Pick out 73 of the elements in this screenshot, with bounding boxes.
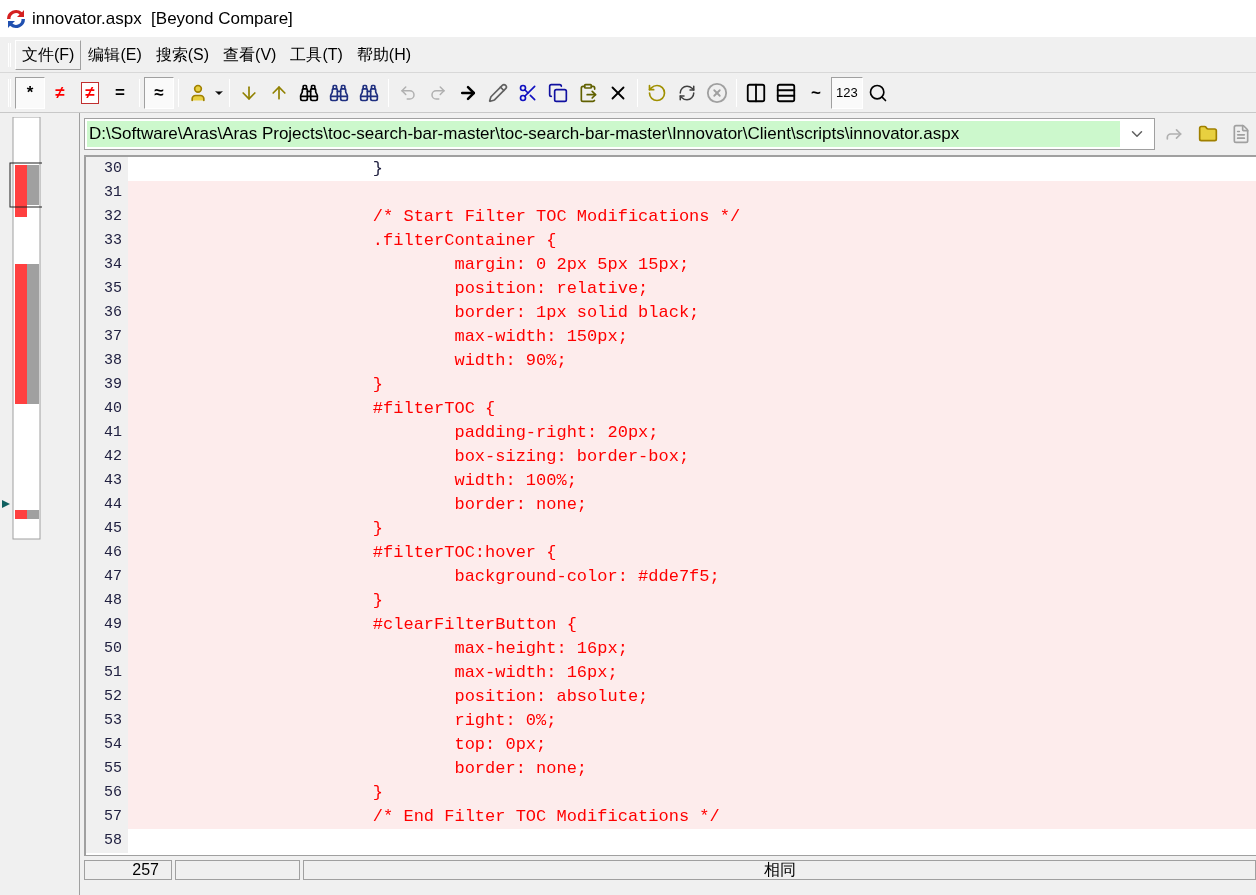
menu-item[interactable]: 查看(V) bbox=[216, 39, 284, 70]
toolbar-toggle-button[interactable]: ≠ bbox=[45, 76, 75, 109]
menu-item[interactable]: 工具(T) bbox=[283, 39, 350, 70]
code-text: max-width: 150px; bbox=[453, 326, 628, 349]
status-result: 相同 bbox=[303, 859, 1256, 880]
code-text: #filterTOC { bbox=[371, 398, 496, 421]
code-text: width: 100%; bbox=[453, 470, 577, 493]
line-number: 51 bbox=[86, 661, 128, 685]
status-line-count: 257 bbox=[84, 859, 172, 880]
line-number: 34 bbox=[86, 253, 128, 277]
menu-item[interactable]: 帮助(H) bbox=[349, 39, 419, 70]
code-text: border: 1px solid black; bbox=[453, 302, 700, 325]
code-text: position: absolute; bbox=[453, 686, 649, 709]
menu-item[interactable]: 文件(F) bbox=[15, 39, 82, 70]
line-number: 44 bbox=[86, 493, 128, 517]
line-number: 54 bbox=[86, 733, 128, 757]
code-text: } bbox=[371, 374, 384, 397]
code-text: position: relative; bbox=[453, 278, 649, 301]
code-text: margin: 0 2px 5px 15px; bbox=[453, 254, 690, 277]
toolbar-toggle-button[interactable]: ≈ bbox=[144, 76, 174, 109]
line-number: 38 bbox=[86, 349, 128, 373]
line-number: 55 bbox=[86, 757, 128, 781]
code-text: width: 90%; bbox=[453, 350, 567, 373]
line-number: 50 bbox=[86, 637, 128, 661]
toolbar-toggle-button[interactable]: ~ bbox=[801, 76, 831, 109]
code-text: /* Start Filter TOC Modifications */ bbox=[371, 206, 741, 229]
line-number: 49 bbox=[86, 613, 128, 637]
code-text: } bbox=[371, 518, 384, 541]
path-field[interactable]: D:\Software\Aras\Aras Projects\toc-search-bar-master\toc-search-bar-master\Innovator\Client\scripts\innovator.aspx bbox=[84, 118, 1156, 150]
line-number: 48 bbox=[86, 589, 128, 613]
code-text: border: none; bbox=[453, 758, 588, 781]
code-text: padding-right: 20px; bbox=[453, 422, 659, 445]
line-number: 42 bbox=[86, 445, 128, 469]
toolbar-toggle-button[interactable]: = bbox=[105, 76, 135, 109]
menu-item[interactable]: 搜索(S) bbox=[148, 39, 217, 70]
line-number: 40 bbox=[86, 397, 128, 421]
menu-item[interactable]: 编辑(E) bbox=[81, 39, 149, 70]
line-number: 43 bbox=[86, 469, 128, 493]
code-text: } bbox=[371, 782, 384, 805]
line-number: 47 bbox=[86, 565, 128, 589]
code-text: #filterTOC:hover { bbox=[371, 542, 557, 565]
line-number: 41 bbox=[86, 421, 128, 445]
line-number: 52 bbox=[86, 685, 128, 709]
window-title: innovator.aspx [Beyond Compare] bbox=[32, 7, 293, 30]
line-number: 36 bbox=[86, 301, 128, 325]
toolbar-toggle-button[interactable]: 123 bbox=[831, 76, 863, 109]
line-number: 57 bbox=[86, 805, 128, 829]
code-text: box-sizing: border-box; bbox=[453, 446, 690, 469]
line-number: 33 bbox=[86, 229, 128, 253]
line-number: 39 bbox=[86, 373, 128, 397]
code-text: /* End Filter TOC Modifications */ bbox=[371, 806, 720, 829]
code-text: } bbox=[371, 158, 384, 181]
code-text: border: none; bbox=[453, 494, 588, 517]
toolbar-toggle-button[interactable]: ≠ bbox=[75, 76, 105, 109]
line-number: 46 bbox=[86, 541, 128, 565]
code-text: max-height: 16px; bbox=[453, 638, 628, 661]
code-text: max-width: 16px; bbox=[453, 662, 618, 685]
code-text: } bbox=[371, 590, 384, 613]
line-number: 30 bbox=[86, 157, 128, 181]
line-number: 32 bbox=[86, 205, 128, 229]
line-number: 31 bbox=[86, 181, 128, 205]
line-number: 35 bbox=[86, 277, 128, 301]
code-text: right: 0%; bbox=[453, 710, 557, 733]
code-text: .filterContainer { bbox=[371, 230, 557, 253]
line-number: 58 bbox=[86, 829, 128, 853]
line-number: 45 bbox=[86, 517, 128, 541]
line-number: 56 bbox=[86, 781, 128, 805]
code-text: background-color: #dde7f5; bbox=[453, 566, 720, 589]
line-number: 53 bbox=[86, 709, 128, 733]
toolbar-toggle-button[interactable]: * bbox=[15, 76, 45, 109]
code-text: #clearFilterButton { bbox=[371, 614, 577, 637]
code-text: top: 0px; bbox=[453, 734, 547, 757]
line-number: 37 bbox=[86, 325, 128, 349]
